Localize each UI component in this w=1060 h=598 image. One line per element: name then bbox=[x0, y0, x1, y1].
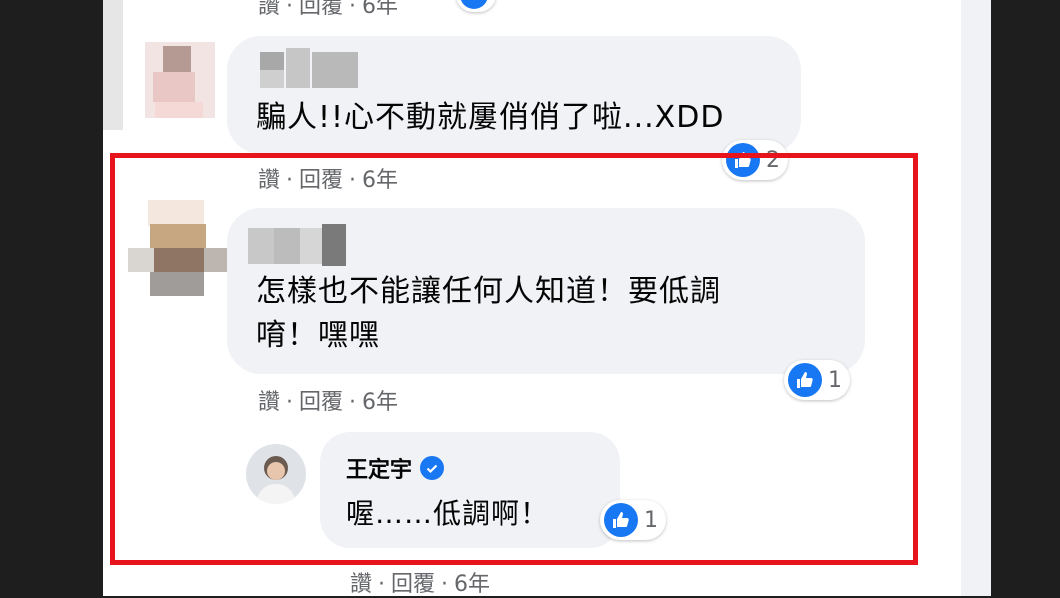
timestamp[interactable]: 6年 bbox=[454, 572, 490, 597]
right-scroll-area bbox=[961, 0, 991, 596]
reply-link[interactable]: 回覆 bbox=[299, 0, 343, 19]
like-link[interactable]: 讚 bbox=[350, 572, 372, 597]
like-icon bbox=[460, 0, 488, 9]
reply-actions: 讚 · 回覆 · 6年 bbox=[350, 572, 491, 597]
reply-link[interactable]: 回覆 bbox=[391, 572, 435, 597]
avatar-blurred[interactable] bbox=[145, 42, 215, 118]
top-comment-actions: 讚 · 回覆 · 6年 bbox=[258, 0, 398, 20]
like-link[interactable]: 讚 bbox=[258, 0, 280, 19]
author-name-blurred[interactable] bbox=[260, 48, 360, 92]
comment-text: 騙人!!心不動就屢俏俏了啦...XDD bbox=[256, 100, 725, 135]
highlight-box bbox=[110, 153, 918, 565]
timestamp[interactable]: 6年 bbox=[362, 0, 398, 19]
left-divider bbox=[103, 0, 123, 130]
